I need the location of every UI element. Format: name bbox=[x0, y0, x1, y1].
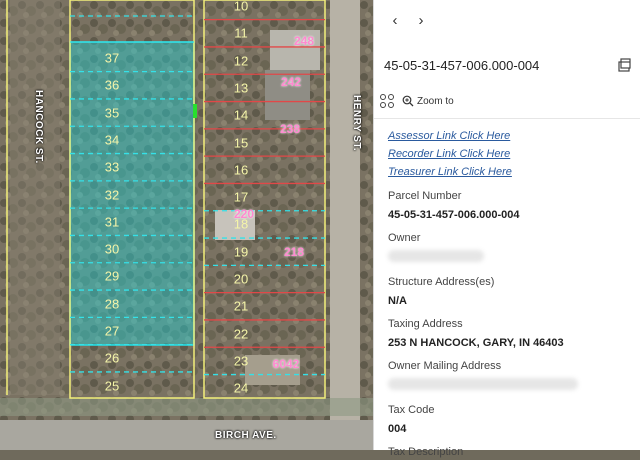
lot-number-label: 15 bbox=[233, 135, 249, 150]
lot-number-label: 21 bbox=[233, 298, 249, 314]
structure-address-value: N/A bbox=[388, 295, 407, 307]
map-canvas[interactable] bbox=[0, 0, 373, 450]
lot-number-label: 22 bbox=[233, 326, 249, 342]
address-label: 6042 bbox=[272, 357, 300, 371]
popup-navigation: ‹ › bbox=[374, 0, 640, 40]
tax-code-value: 004 bbox=[388, 423, 407, 435]
owner-label: Owner bbox=[388, 232, 421, 244]
left-street-strip bbox=[10, 0, 60, 395]
owner-value-redacted bbox=[388, 250, 626, 267]
lot-number-label: 16 bbox=[233, 162, 249, 178]
address-label: 220 bbox=[233, 207, 255, 221]
zoom-to-label: Zoom to bbox=[417, 95, 454, 107]
back-button[interactable]: ‹ bbox=[382, 7, 408, 33]
popup-toolbar: Zoom to bbox=[374, 90, 640, 119]
birch-avenue-verge bbox=[0, 398, 373, 416]
forward-button[interactable]: › bbox=[408, 7, 434, 33]
green-marker bbox=[193, 104, 197, 118]
structure-address-label: Structure Address(es) bbox=[388, 276, 495, 288]
zoom-to-button[interactable]: Zoom to bbox=[402, 95, 454, 107]
owner-mailing-address-label: Owner Mailing Address bbox=[388, 360, 502, 372]
lot-number-label: 26 bbox=[104, 350, 120, 366]
taxing-address-label: Taxing Address bbox=[388, 318, 463, 330]
map-view[interactable]: 37 36 35 34 33 32 31 30 29 28 27 26 25 10 11 12 13 14 15 1… bbox=[0, 0, 373, 450]
parcel-number-value: 45-05-31-457-006.000-004 bbox=[388, 209, 520, 221]
popup-header: 45-05-31-457-006.000-004 bbox=[374, 40, 640, 90]
birch-avenue-label: BIRCH AVE. bbox=[215, 430, 277, 441]
assessor-link[interactable]: Assessor Link Click Here bbox=[388, 127, 626, 145]
lot-number-label: 36 bbox=[104, 77, 120, 93]
address-label: 218 bbox=[283, 245, 305, 259]
lot-number-label: 20 bbox=[233, 271, 249, 287]
lot-number-label: 10 bbox=[233, 0, 249, 14]
dock-icon[interactable] bbox=[616, 57, 632, 73]
chevron-left-icon: ‹ bbox=[392, 11, 398, 29]
lot-number-label: 27 bbox=[104, 323, 120, 339]
lot-number-label: 31 bbox=[104, 214, 120, 230]
tax-code-label: Tax Code bbox=[388, 404, 435, 416]
chevron-right-icon: › bbox=[418, 11, 424, 29]
address-label: 238 bbox=[279, 122, 301, 136]
address-label: 242 bbox=[280, 75, 302, 89]
tax-description-label: Tax Description bbox=[388, 446, 464, 458]
address-label: 248 bbox=[293, 34, 315, 48]
hancock-street-label: HANCOCK ST. bbox=[33, 90, 44, 164]
lot-number-label: 14 bbox=[233, 107, 249, 123]
lot-number-label: 34 bbox=[104, 132, 120, 148]
recorder-link[interactable]: Recorder Link Click Here bbox=[388, 145, 626, 163]
lot-number-label: 19 bbox=[233, 244, 249, 260]
taxing-address-value: 253 N HANCOCK, GARY, IN 46403 bbox=[388, 337, 564, 349]
lot-number-label: 32 bbox=[104, 187, 120, 202]
owner-mailing-address-value-redacted bbox=[388, 378, 626, 395]
lot-number-label: 11 bbox=[234, 25, 248, 41]
feature-popup-panel: ‹ › 45-05-31-457-006.000-004 Zoom to Ass… bbox=[373, 0, 640, 458]
lot-number-label: 30 bbox=[104, 241, 120, 257]
parcel-number-label: Parcel Number bbox=[388, 190, 462, 202]
lot-number-label: 13 bbox=[233, 80, 249, 96]
lot-number-label: 17 bbox=[233, 189, 249, 205]
lot-number-label: 25 bbox=[104, 378, 120, 394]
four-circles-icon[interactable] bbox=[380, 94, 394, 108]
henry-street-label: HENRY ST. bbox=[351, 95, 362, 152]
lot-number-label: 23 bbox=[233, 353, 249, 369]
lot-number-label: 37 bbox=[104, 50, 120, 66]
selected-parcel-highlight[interactable] bbox=[69, 41, 195, 346]
lot-number-label: 35 bbox=[104, 105, 120, 121]
lot-number-label: 12 bbox=[233, 53, 249, 69]
lot-number-label: 28 bbox=[104, 296, 120, 312]
treasurer-link[interactable]: Treasurer Link Click Here bbox=[388, 163, 626, 181]
popup-content: Assessor Link Click Here Recorder Link C… bbox=[374, 119, 640, 460]
lot-number-label: 33 bbox=[104, 159, 120, 175]
lot-number-label: 29 bbox=[104, 268, 120, 284]
zoom-in-icon bbox=[402, 95, 414, 107]
henry-street-road bbox=[330, 0, 360, 450]
lot-number-label: 24 bbox=[233, 380, 249, 396]
birch-avenue-road bbox=[0, 420, 373, 450]
popup-title: 45-05-31-457-006.000-004 bbox=[384, 57, 540, 73]
